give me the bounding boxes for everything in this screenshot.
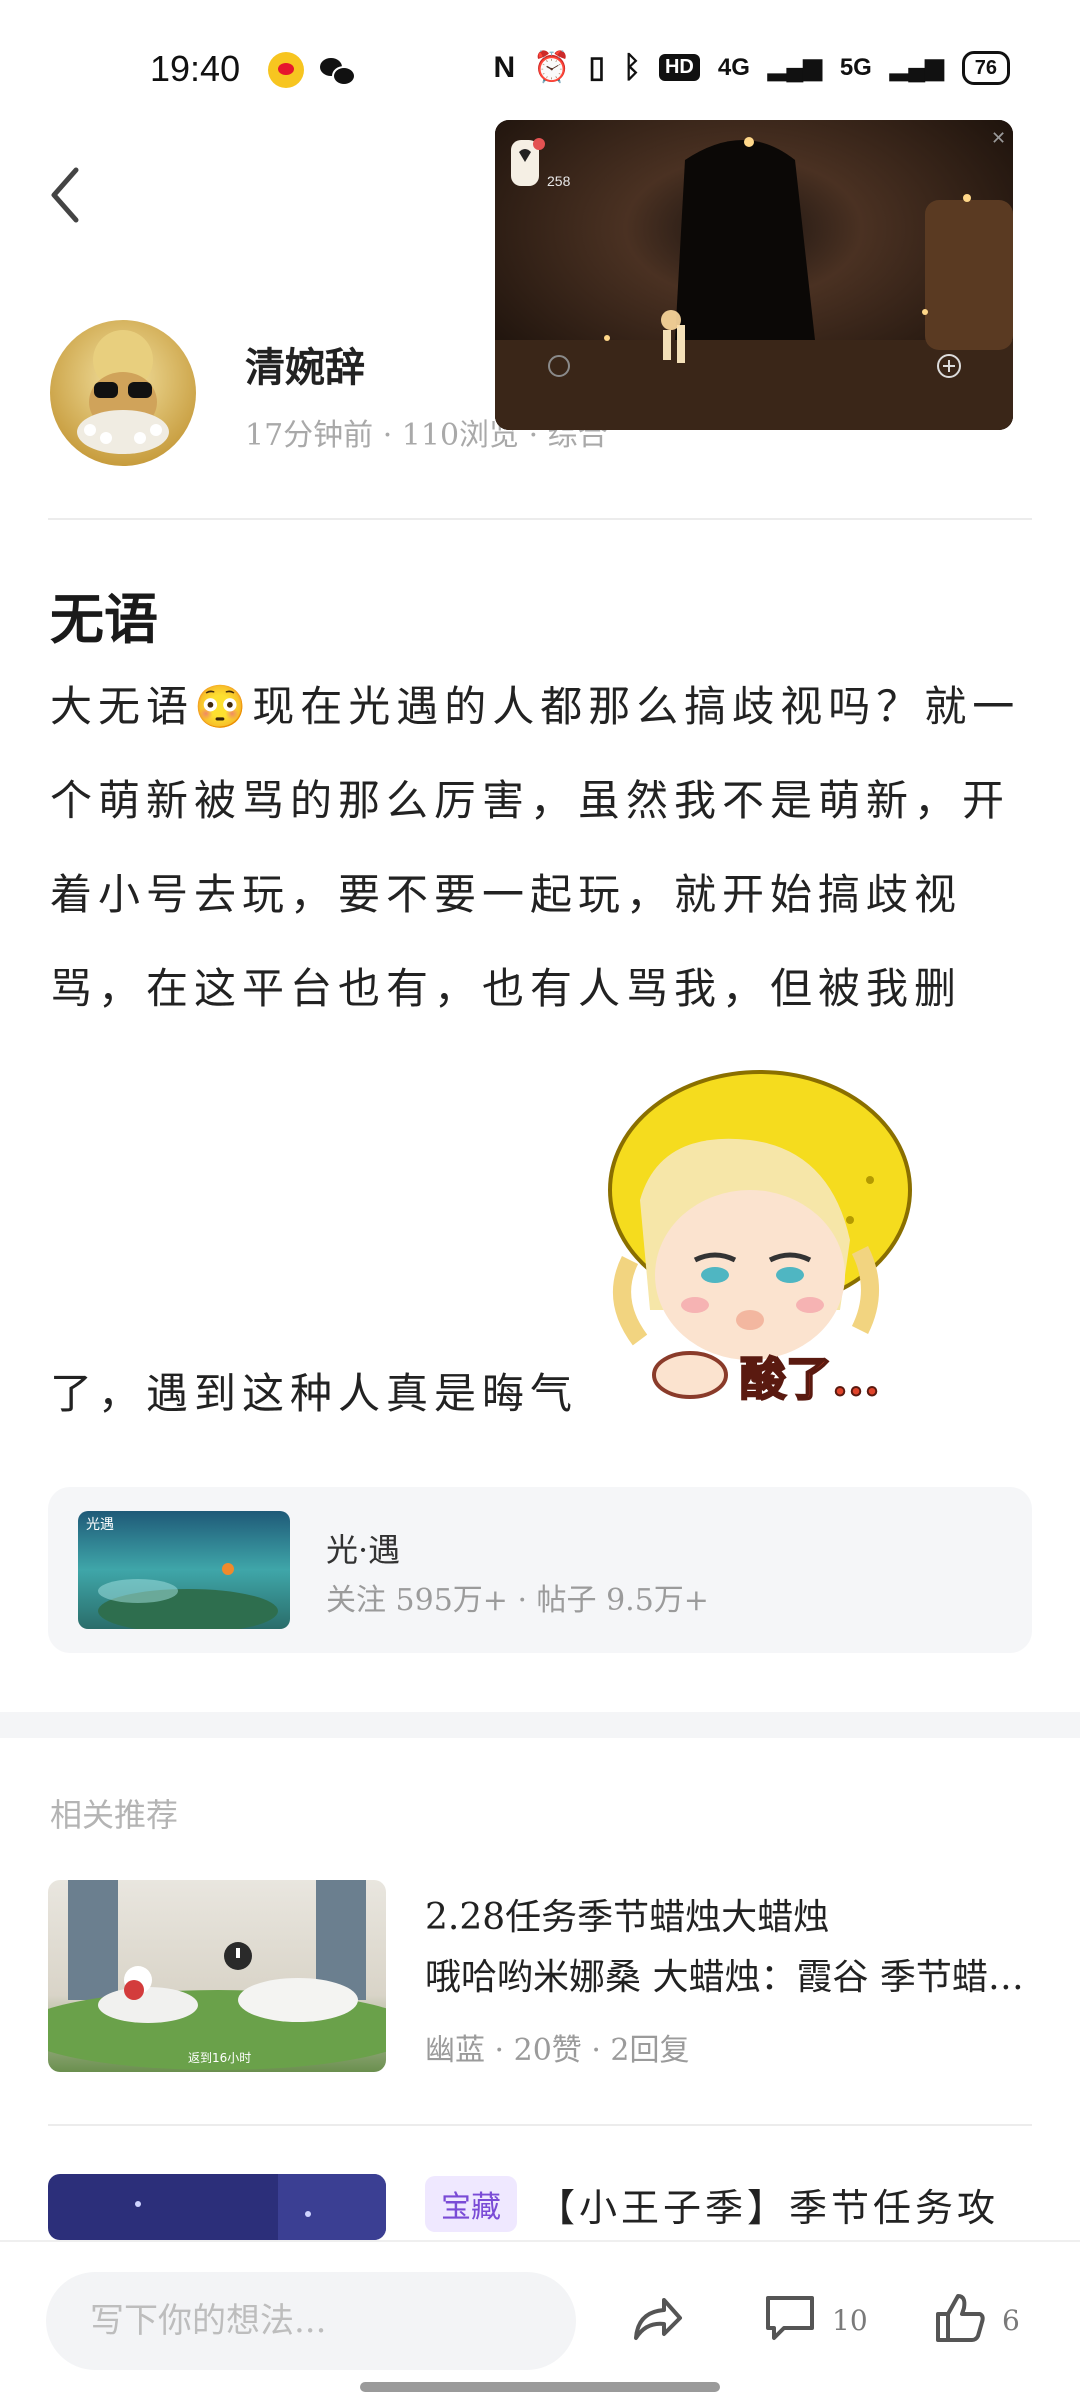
hd-icon: HD <box>658 54 700 81</box>
author-avatar[interactable] <box>50 320 196 466</box>
section-separator <box>0 1712 1080 1738</box>
status-indicators: Ν ⏰ ▯ ᛒ HD 4G ▂▄▆ 5G ▂▄▆ 76 <box>493 50 1010 85</box>
bottom-action-bar: 10 6 <box>0 2240 1080 2402</box>
sticker-text: 酸了... <box>740 1352 880 1406</box>
related-item-title-row[interactable]: 宝藏 【小王子季】季节任务攻 <box>425 2176 999 2232</box>
floating-video-player[interactable]: 258 ✕ <box>495 120 1013 430</box>
chevron-left-icon <box>51 167 79 223</box>
related-item-title: 【小王子季】季节任务攻 <box>537 2185 1000 2230</box>
post-title: 无语 <box>50 587 158 651</box>
related-item-thumbnail[interactable] <box>48 2174 386 2240</box>
thumb-caption: 返到16小时 <box>188 2051 251 2065</box>
post-body: 大无语😳现在光遇的人都那么搞歧视吗？就一个萌新被骂的那么厉害，虽然我不是萌新，开… <box>50 682 1021 1013</box>
related-item-meta: 幽蓝 · 20赞 · 2回复 <box>425 2033 690 2068</box>
topic-thumb-label: 光遇 <box>86 1517 114 1533</box>
sour-lemon-sticker: 酸了... <box>600 1070 930 1420</box>
comment-icon <box>766 2296 814 2340</box>
signal-4g-label: 4G <box>717 53 750 81</box>
divider <box>48 518 1032 520</box>
video-counter: 258 <box>547 173 571 189</box>
nfc-icon: Ν <box>493 50 516 84</box>
wechat-icon <box>318 52 356 88</box>
topic-thumbnail: 光遇 <box>78 1511 290 1629</box>
bluetooth-icon: ᛒ <box>622 50 641 84</box>
author-name[interactable]: 清婉辞 <box>245 335 365 393</box>
comment-input[interactable] <box>46 2272 576 2370</box>
signal-5g-label: 5G <box>839 53 872 81</box>
share-button[interactable] <box>628 2290 684 2346</box>
divider <box>48 2124 1032 2126</box>
topic-name: 光·遇 <box>326 1531 401 1569</box>
alarm-icon: ⏰ <box>533 51 571 84</box>
vibrate-icon: ▯ <box>588 51 605 84</box>
topic-card[interactable]: 光遇 光·遇 关注 595万+ · 帖子 9.5万+ <box>48 1487 1032 1653</box>
related-heading: 相关推荐 <box>50 1796 179 1834</box>
battery-icon: 76 <box>961 50 1010 85</box>
topic-stats: 关注 595万+ · 帖子 9.5万+ <box>326 1583 709 1618</box>
comment-button[interactable] <box>762 2290 818 2346</box>
home-indicator[interactable] <box>360 2382 720 2392</box>
share-icon <box>634 2298 682 2340</box>
weibo-icon <box>268 52 304 88</box>
close-icon[interactable]: ✕ <box>991 128 1006 148</box>
like-button[interactable] <box>932 2290 988 2346</box>
post-body-tail: 了，遇到这种人真是晦气 <box>50 1369 579 1418</box>
signal-5g-icon: ▂▄▆ <box>889 54 944 81</box>
like-count: 6 <box>1002 2304 1020 2337</box>
related-item-thumbnail[interactable]: 返到16小时 <box>48 1880 386 2072</box>
comment-count: 10 <box>832 2304 868 2337</box>
back-button[interactable] <box>40 160 90 230</box>
status-time: 19:40 <box>150 48 241 89</box>
thumbs-up-icon <box>936 2294 985 2342</box>
treasure-tag: 宝藏 <box>425 2176 517 2232</box>
related-item-title[interactable]: 2.28任务季节蜡烛大蜡烛 <box>425 1888 829 1940</box>
signal-4g-icon: ▂▄▆ <box>767 54 822 81</box>
related-item-desc[interactable]: 哦哈哟米娜桑 大蜡烛：霞谷 季节蜡烛... <box>425 1948 1035 2000</box>
